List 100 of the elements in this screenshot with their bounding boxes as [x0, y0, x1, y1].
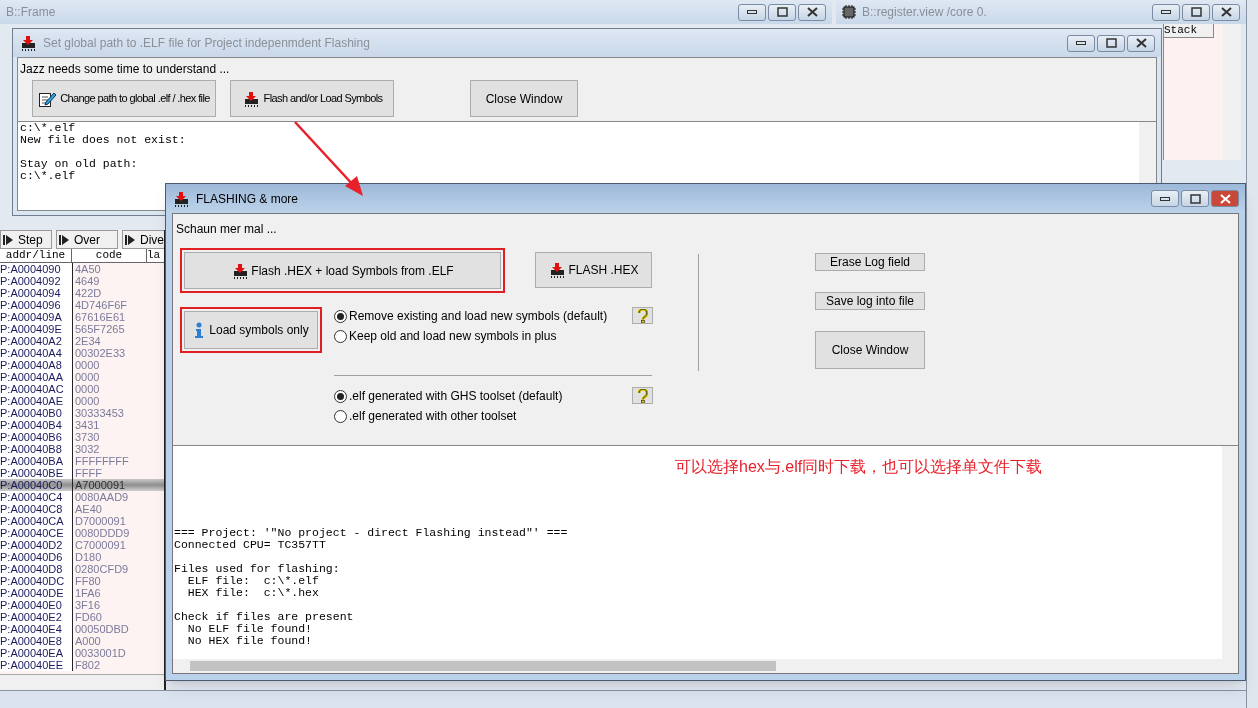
load-symbols-button[interactable]: Load symbols only: [184, 311, 318, 349]
table-cell: P:A00040DC: [0, 575, 72, 587]
help-button[interactable]: [632, 387, 653, 404]
table-cell: P:A0004094: [0, 287, 72, 299]
minimize-button[interactable]: [1067, 34, 1095, 52]
maximize-button[interactable]: [1097, 34, 1125, 52]
close-button[interactable]: [1127, 34, 1155, 52]
table-cell: P:A00040A8: [0, 359, 72, 371]
toolbar-button[interactable]: Over: [56, 230, 118, 249]
maximize-icon: [1190, 7, 1202, 17]
step-icon: [3, 233, 15, 246]
table-cell: P:A00040E2: [0, 611, 72, 623]
table-row[interactable]: P:A00040C0 A7000091: [0, 479, 164, 491]
side-button[interactable]: Close Window: [815, 331, 925, 369]
radio-button[interactable]: [334, 389, 347, 403]
maximize-icon: [1105, 38, 1117, 48]
table-cell: P:A00040C8: [0, 503, 72, 515]
log-line: Connected CPU= TC357TT: [174, 539, 327, 551]
log-line: c:\*.elf: [20, 170, 77, 182]
close-icon: [1220, 7, 1232, 17]
close-button[interactable]: [798, 3, 826, 21]
table-cell: P:A0004096: [0, 299, 72, 311]
flash-button[interactable]: Flash .HEX + load Symbols from .ELF: [184, 252, 501, 289]
table-cell: P:A00040B4: [0, 419, 72, 431]
help-button[interactable]: [632, 307, 653, 324]
column-header[interactable]: code: [72, 249, 147, 262]
radio-option[interactable]: .elf generated with other toolset: [334, 406, 630, 426]
table-cell: P:A00040AA: [0, 371, 72, 383]
radio-button[interactable]: [334, 329, 347, 343]
step-icon: [125, 233, 137, 246]
table-cell: P:A00040B0: [0, 407, 72, 419]
scrollbar[interactable]: [0, 674, 164, 690]
log-line: ELF file: c:\*.elf: [186, 575, 320, 587]
scrollbar-thumb[interactable]: [190, 661, 776, 671]
flash-button[interactable]: FLASH .HEX: [535, 252, 652, 288]
minimize-button[interactable]: [1151, 190, 1179, 207]
minimize-icon: [1160, 196, 1170, 201]
window-title: FLASHING & more: [196, 190, 299, 208]
scrollbar[interactable]: [173, 659, 1222, 673]
help-icon: [637, 308, 648, 323]
button[interactable]: Change path to global .elf / .hex file: [32, 80, 216, 117]
table-cell: P:A00040BA: [0, 455, 72, 467]
minimize-icon: [1076, 41, 1086, 45]
log-line: HEX file: c:\*.hex: [186, 587, 320, 599]
maximize-icon: [1189, 193, 1201, 204]
log-line: Check if files are present: [174, 611, 355, 623]
chip-icon: [231, 262, 250, 279]
chip-icon: [172, 190, 190, 207]
log-line: c:\*.elf: [20, 122, 77, 134]
radio-button[interactable]: [334, 309, 347, 323]
log-line: Stay on old path:: [20, 158, 139, 170]
minimize-button[interactable]: [1152, 3, 1180, 21]
log-line: No ELF file found!: [186, 623, 314, 635]
maximize-button[interactable]: [768, 3, 796, 21]
close-button[interactable]: [1211, 190, 1239, 207]
table-cell: P:A00040CA: [0, 515, 72, 527]
table-cell: P:A00040AE: [0, 395, 72, 407]
scrollbar[interactable]: [1222, 446, 1238, 673]
table-cell: P:A00040EE: [0, 659, 72, 671]
chip-icon: [548, 262, 567, 278]
window-title: B::Frame: [6, 4, 56, 21]
table-cell: P:A0004090: [0, 263, 72, 275]
radio-option[interactable]: Keep old and load new symbols in plus: [334, 326, 630, 346]
minimize-button[interactable]: [738, 3, 766, 21]
table-cell: P:A00040AC: [0, 383, 72, 395]
close-icon: [1219, 193, 1231, 204]
button[interactable]: Close Window: [470, 80, 578, 117]
table-cell: P:A00040D2: [0, 539, 72, 551]
button[interactable]: Flash and/or Load Symbols: [230, 80, 394, 117]
table-cell: P:A00040B6: [0, 431, 72, 443]
table-cell: P:A00040A2: [0, 335, 72, 347]
table-cell-text: P:A00040C0: [0, 479, 64, 491]
side-button[interactable]: Erase Log field: [815, 253, 925, 271]
column-header[interactable]: addr/line: [0, 249, 72, 262]
table-cell: P:A0004092: [0, 275, 72, 287]
minimize-icon: [1161, 10, 1171, 14]
window-title: B::register.view /core 0.: [862, 4, 987, 21]
maximize-button[interactable]: [1182, 3, 1210, 21]
radio-button[interactable]: [334, 409, 347, 423]
message-text: Jazz needs some time to understand ...: [19, 61, 231, 77]
scrollbar[interactable]: [1223, 24, 1241, 160]
table-cell: P:A000409A: [0, 311, 72, 323]
side-button[interactable]: Save log into file: [815, 292, 925, 310]
message-text: Schaun mer mal ...: [175, 221, 278, 237]
radio-option[interactable]: Remove existing and load new symbols (default): [334, 306, 630, 326]
window-title: Set global path to .ELF file for Project indepenmdent Flashing: [43, 35, 370, 52]
toolbar-button[interactable]: Dive: [122, 230, 164, 249]
close-button[interactable]: [1212, 3, 1240, 21]
minimize-icon: [747, 10, 757, 14]
table-cell: P:A00040EA: [0, 647, 72, 659]
table-cell: F802: [72, 659, 147, 671]
toolbar-button[interactable]: Step: [0, 230, 52, 249]
table-cell: P:A00040A4: [0, 347, 72, 359]
table-cell: P:A00040E8: [0, 635, 72, 647]
table-cell: P:A00040E0: [0, 599, 72, 611]
table-cell: P:A00040CE: [0, 527, 72, 539]
radio-option[interactable]: .elf generated with GHS toolset (default): [334, 386, 630, 406]
maximize-button[interactable]: [1181, 190, 1209, 207]
log-line: New file does not exist:: [20, 134, 187, 146]
info-icon: [193, 322, 206, 338]
